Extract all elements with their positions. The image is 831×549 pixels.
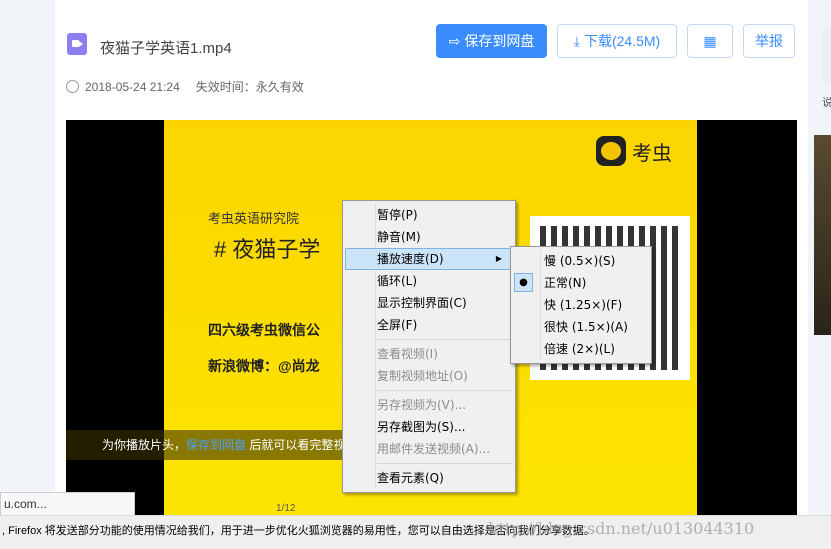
save-link[interactable]: 保存到网盘 [186, 438, 246, 452]
slide-title: # 夜猫子学 [214, 237, 321, 262]
file-meta: 2018-05-24 21:24 失效时间：永久有效 [66, 78, 304, 95]
slide-weibo: 新浪微博：@尚龙 [208, 358, 320, 374]
sidebar-thumbnail[interactable] [814, 135, 831, 335]
context-menu-item[interactable]: 暂停(P) [343, 204, 515, 226]
context-menu: 暂停(P) 静音(M) 播放速度(D) ▶ 循环(L) 显示控制界面(C) 全屏(F) 查看视… [342, 200, 516, 493]
save-to-netdisk-button[interactable]: ⇨ 保存到网盘 [436, 24, 547, 58]
context-menu-item[interactable]: 另存视频为(V)... [343, 394, 515, 416]
context-menu-item[interactable]: 静音(M) [343, 226, 515, 248]
watermark: http://blog.csdn.net/u013044310 [488, 519, 755, 538]
speed-menu-item[interactable]: 慢 (0.5×)(S) [511, 250, 651, 272]
menu-separator [377, 390, 513, 391]
speed-menu-item[interactable]: 快 (1.25×)(F) [511, 294, 651, 316]
context-menu-item[interactable]: 另存截图为(S)... [343, 416, 515, 438]
qrcode-button[interactable]: ▦ [687, 24, 733, 58]
status-url: u.com... [0, 492, 135, 516]
context-menu-item[interactable]: 查看视频(I) [343, 343, 515, 365]
context-menu-item[interactable]: 查看元素(Q) [343, 467, 515, 489]
context-menu-item[interactable]: 用邮件发送视频(A)... [343, 438, 515, 460]
menu-separator [377, 339, 513, 340]
logo-icon [596, 136, 626, 166]
slide-org: 考虫英语研究院 [208, 211, 300, 226]
speed-menu-item[interactable]: ● 正常(N) [511, 272, 651, 294]
radio-check-icon: ● [514, 273, 533, 292]
context-menu-item[interactable]: 循环(L) [343, 270, 515, 292]
report-button[interactable]: 举报 [743, 24, 795, 58]
avatar[interactable] [822, 28, 831, 84]
menu-separator [377, 463, 513, 464]
clock-icon [66, 80, 79, 93]
slide-page: 1/12 [276, 503, 296, 514]
context-menu-item[interactable]: 显示控制界面(C) [343, 292, 515, 314]
submenu-arrow-icon: ▶ [495, 254, 502, 263]
context-menu-item[interactable]: 复制视频地址(O) [343, 365, 515, 387]
file-name: 夜猫子学英语1.mp4 [100, 40, 232, 57]
download-button[interactable]: ⤓ 下载(24.5M) [557, 24, 677, 58]
qrcode-icon: ▦ [703, 32, 717, 49]
preview-banner: 为你播放片头，保存到网盘 后就可以看完整视频 [66, 430, 366, 460]
speed-menu-item[interactable]: 很快 (1.5×)(A) [511, 316, 651, 338]
slide-wechat: 四六级考虫微信公 [208, 322, 320, 338]
download-icon: ⤓ [573, 32, 580, 49]
save-icon: ⇨ [448, 32, 461, 49]
context-menu-item[interactable]: 全屏(F) [343, 314, 515, 336]
speed-submenu: 慢 (0.5×)(S) ● 正常(N) 快 (1.25×)(F) 很快 (1.5×)(A… [510, 246, 652, 364]
kaochong-logo: 考虫 [596, 136, 672, 166]
video-file-icon [67, 33, 87, 55]
sidebar-text: 说 [822, 97, 831, 109]
context-menu-item[interactable]: 播放速度(D) ▶ [345, 248, 513, 270]
speed-menu-item[interactable]: 倍速 (2×)(L) [511, 338, 651, 360]
